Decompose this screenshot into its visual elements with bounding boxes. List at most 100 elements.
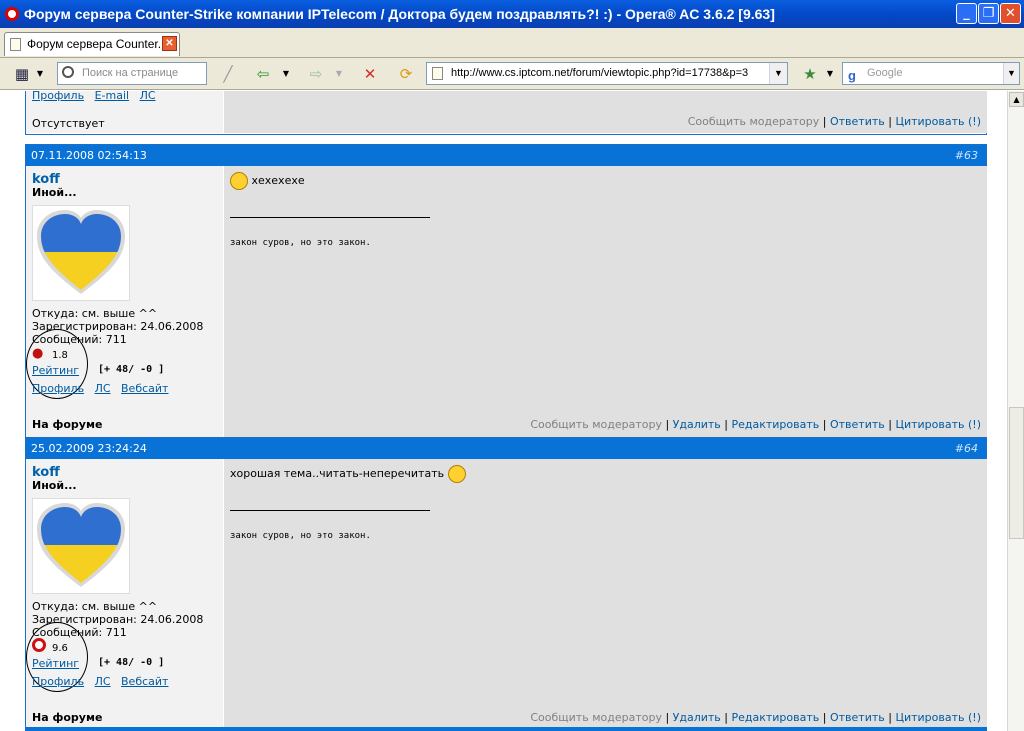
panels-dropdown-icon[interactable]: ▼ (35, 65, 45, 83)
page-content: Профиль E-mail ЛС Отсутствует Сообщить м… (0, 91, 1007, 731)
scroll-up-icon[interactable]: ▲ (1009, 92, 1024, 107)
forum-post: 07.11.2008 02:54:13 #63 koff Иной... Отк… (25, 144, 987, 438)
website-link[interactable]: Вебсайт (121, 675, 168, 688)
pm-link[interactable]: ЛС (140, 91, 156, 102)
post-body: хехехехе закон суров, но это закон. Сооб… (224, 166, 987, 437)
profile-link[interactable]: Профиль (32, 675, 84, 688)
post-header: 25.02.2009 23:24:24 #64 (26, 438, 986, 459)
reply-link[interactable]: Ответить (830, 418, 885, 431)
quote-link[interactable]: Цитировать (!) (895, 711, 981, 724)
quote-link[interactable]: Цитировать (!) (895, 418, 981, 431)
bookmark-dropdown-icon[interactable]: ▼ (825, 65, 835, 83)
minimize-button[interactable]: _ (956, 3, 977, 24)
pm-link[interactable]: ЛС (95, 382, 111, 395)
search-engine-input[interactable]: g Google ▼ (842, 62, 1020, 85)
avatar (32, 205, 130, 301)
bookmark-star-icon[interactable]: ★ (800, 65, 820, 83)
user-from: Откуда: см. выше ^^ (32, 307, 158, 320)
post-message: хехехехе (230, 172, 305, 190)
website-link[interactable]: Вебсайт (121, 382, 168, 395)
previous-post-footer: Профиль E-mail ЛС Отсутствует Сообщить м… (25, 91, 987, 135)
address-bar[interactable]: http://www.cs.iptcom.net/forum/viewtopic… (426, 62, 788, 85)
email-link[interactable]: E-mail (95, 91, 130, 102)
scroll-thumb[interactable] (1009, 407, 1024, 539)
tab-close-icon[interactable]: ✕ (162, 36, 177, 51)
edit-link[interactable]: Редактировать (731, 418, 819, 431)
panels-icon[interactable]: ▦ (12, 65, 32, 83)
search-icon (62, 66, 74, 78)
post-text: хехехехе (251, 174, 305, 187)
avatar (32, 498, 130, 594)
rating-value: [+ 48/ -0 ] (98, 657, 165, 668)
profile-link[interactable]: Профиль (32, 91, 84, 102)
username-link[interactable]: koff (32, 172, 60, 187)
google-icon: g (848, 68, 856, 83)
ukraine-heart-avatar (37, 210, 125, 294)
pm-link[interactable]: ЛС (95, 675, 111, 688)
signature-divider (230, 510, 430, 511)
report-link[interactable]: Сообщить модератору (530, 711, 662, 724)
profile-links: Профиль ЛС Вебсайт (32, 382, 168, 395)
post-author-panel: koff Иной... Откуда: см. выше ^^ Зарегис… (26, 459, 223, 730)
back-dropdown-icon[interactable]: ▼ (281, 65, 291, 83)
username-link[interactable]: koff (32, 465, 60, 480)
signature: закон суров, но это закон. (230, 238, 371, 248)
delete-link[interactable]: Удалить (673, 711, 721, 724)
find-in-page-input[interactable]: Поиск на странице (57, 62, 207, 85)
user-from: Откуда: см. выше ^^ (32, 600, 158, 613)
wand-icon[interactable]: ╱ (217, 65, 239, 83)
tab-forum[interactable]: Форум сервера Counter... ✕ (4, 32, 180, 56)
post-text: хорошая тема..читать-неперечитать (230, 467, 445, 480)
vertical-scrollbar[interactable]: ▲ (1007, 91, 1024, 731)
search-placeholder: Google (867, 67, 903, 79)
delete-link[interactable]: Удалить (673, 418, 721, 431)
profile-links: Профиль ЛС Вебсайт (32, 675, 168, 688)
back-icon[interactable]: ⇦ (252, 65, 274, 83)
profile-link[interactable]: Профиль (32, 382, 84, 395)
reload-icon[interactable]: ⟳ (395, 65, 417, 83)
post-author-panel: koff Иной... Откуда: см. выше ^^ Зарегис… (26, 166, 223, 437)
profile-links: Профиль E-mail ЛС (32, 91, 156, 102)
reply-link[interactable]: Ответить (830, 115, 885, 128)
tab-label: Форум сервера Counter... (27, 37, 168, 51)
maximize-button[interactable]: ❐ (978, 3, 999, 24)
reply-link[interactable]: Ответить (830, 711, 885, 724)
window-titlebar: Форум сервера Counter-Strike компании IP… (0, 0, 1024, 28)
user-title: Иной... (32, 186, 77, 199)
post-actions: Сообщить модератору | Ответить | Цитиров… (687, 115, 981, 128)
forward-dropdown-icon[interactable]: ▼ (334, 65, 344, 83)
forward-icon[interactable]: ⇨ (305, 65, 327, 83)
post-number-link[interactable]: #64 (955, 438, 978, 459)
quote-link[interactable]: Цитировать (!) (895, 115, 981, 128)
signature: закон суров, но это закон. (230, 531, 371, 541)
ukraine-heart-avatar (37, 503, 125, 587)
find-placeholder: Поиск на странице (82, 67, 179, 79)
stop-icon[interactable]: ✕ (359, 65, 381, 83)
report-link[interactable]: Сообщить модератору (688, 115, 820, 128)
page-icon (432, 67, 443, 80)
window-title: Форум сервера Counter-Strike компании IP… (24, 6, 775, 22)
edit-link[interactable]: Редактировать (731, 711, 819, 724)
address-url: http://www.cs.iptcom.net/forum/viewtopic… (451, 67, 749, 79)
tab-bar: Форум сервера Counter... ✕ (0, 28, 1024, 58)
post-date: 07.11.2008 02:54:13 (31, 149, 147, 162)
user-online-status: На форуме (32, 418, 103, 431)
address-dropdown-icon[interactable]: ▼ (769, 63, 787, 84)
close-window-button[interactable]: ✕ (1000, 3, 1021, 24)
user-status: Отсутствует (32, 117, 105, 130)
post-date: 25.02.2009 23:24:24 (31, 442, 147, 455)
page-icon (10, 38, 21, 51)
post-message: хорошая тема..читать-неперечитать (230, 465, 466, 483)
post-body: хорошая тема..читать-неперечитать закон … (224, 459, 987, 730)
post-number-link[interactable]: #63 (955, 145, 978, 166)
post-actions: Сообщить модератору | Удалить | Редактир… (530, 418, 981, 431)
grin-smiley-icon (230, 172, 248, 190)
rating-value: [+ 48/ -0 ] (98, 364, 165, 375)
report-link[interactable]: Сообщить модератору (530, 418, 662, 431)
user-online-status: На форуме (32, 711, 103, 724)
forum-post: 25.02.2009 23:24:24 #64 koff Иной... Отк… (25, 437, 987, 731)
smile-smiley-icon (447, 465, 466, 483)
post-header: 07.11.2008 02:54:13 #63 (26, 145, 986, 166)
post-actions: Сообщить модератору | Удалить | Редактир… (530, 711, 981, 724)
search-engine-dropdown-icon[interactable]: ▼ (1003, 63, 1019, 84)
